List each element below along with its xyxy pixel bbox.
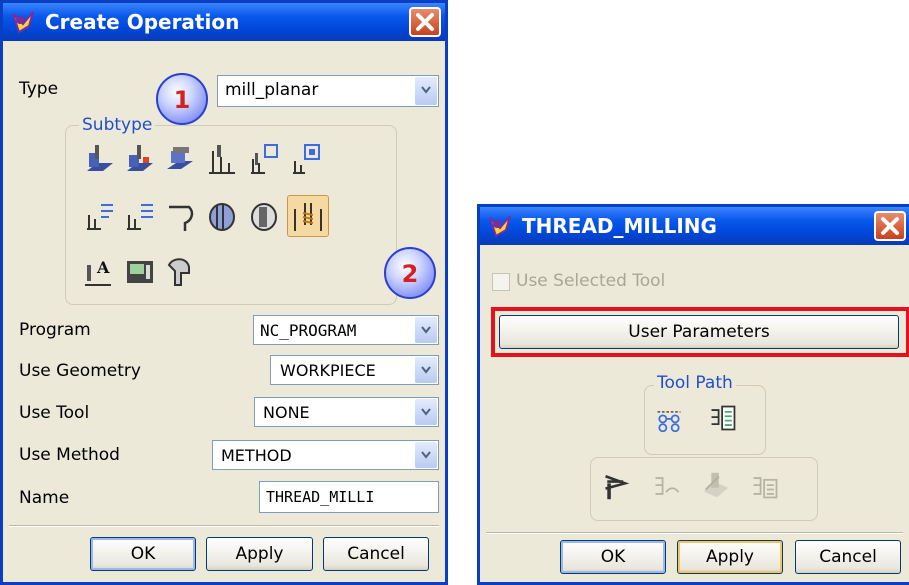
chevron-down-icon[interactable] xyxy=(415,357,437,383)
chevron-down-icon[interactable] xyxy=(415,77,437,105)
divider xyxy=(486,532,903,534)
planar-text-icon[interactable]: A xyxy=(83,255,117,289)
create-operation-dialog: Create Operation Type mill_planar Subtyp… xyxy=(0,0,448,585)
type-value: mill_planar xyxy=(225,80,319,100)
tool-path-label: Tool Path xyxy=(654,373,736,393)
cleanup-corners-icon[interactable] xyxy=(289,143,323,177)
replay-path-icon[interactable] xyxy=(602,471,632,501)
floor-wall-icon[interactable] xyxy=(83,143,117,177)
divider xyxy=(9,525,439,527)
user-parameters-button[interactable]: User Parameters xyxy=(499,315,899,349)
use-tool-select[interactable]: NONE xyxy=(254,397,439,427)
use-tool-label: Use Tool xyxy=(19,403,90,423)
callout-1-badge: 1 xyxy=(156,73,208,125)
use-tool-value: NONE xyxy=(263,403,310,422)
subtype-label: Subtype xyxy=(79,115,156,135)
use-selected-tool-label: Use Selected Tool xyxy=(516,271,666,291)
close-button[interactable] xyxy=(874,211,906,241)
title-bar[interactable]: THREAD_MILLING xyxy=(480,207,909,245)
chevron-down-icon[interactable] xyxy=(415,317,437,343)
finish-floor-icon[interactable] xyxy=(123,199,157,233)
program-label: Program xyxy=(19,320,91,340)
list-path-icon[interactable] xyxy=(708,403,738,433)
generate-path-icon[interactable] xyxy=(654,403,684,433)
use-selected-tool-checkbox[interactable] xyxy=(492,273,510,291)
dialog-title: Create Operation xyxy=(45,10,240,34)
close-icon xyxy=(416,13,434,31)
type-select[interactable]: mill_planar xyxy=(217,75,439,107)
mill-user-icon[interactable] xyxy=(163,255,197,289)
ok-button[interactable]: OK xyxy=(90,537,196,571)
planar-profile-icon[interactable] xyxy=(247,143,281,177)
title-bar[interactable]: Create Operation xyxy=(3,3,445,41)
callout-2-badge: 2 xyxy=(384,247,436,299)
thread-milling-dialog: THREAD_MILLING Use Selected Tool User Pa… xyxy=(477,204,909,585)
close-icon xyxy=(881,217,899,235)
app-logo-icon xyxy=(488,214,514,238)
callout-2-number: 2 xyxy=(401,260,419,288)
use-geometry-value: WORKPIECE xyxy=(280,361,376,380)
app-logo-icon xyxy=(11,10,37,34)
use-geometry-select[interactable]: WORKPIECE xyxy=(270,355,439,385)
hole-milling-icon[interactable] xyxy=(205,199,239,233)
verify-path-icon xyxy=(652,471,682,501)
name-value[interactable]: THREAD_MILLI xyxy=(266,488,374,506)
mill-control-icon[interactable] xyxy=(123,255,157,289)
dialog-title: THREAD_MILLING xyxy=(522,214,717,238)
finish-walls-icon[interactable] xyxy=(83,199,117,233)
chevron-down-icon[interactable] xyxy=(415,399,437,425)
apply-button[interactable]: Apply xyxy=(677,540,783,574)
ok-button[interactable]: OK xyxy=(560,540,666,574)
cancel-button[interactable]: Cancel xyxy=(323,537,429,571)
callout-1-number: 1 xyxy=(173,86,191,114)
use-method-value: METHOD xyxy=(221,446,292,465)
cancel-button[interactable]: Cancel xyxy=(795,540,901,574)
type-label: Type xyxy=(19,79,59,99)
chevron-down-icon[interactable] xyxy=(415,442,437,468)
use-method-select[interactable]: METHOD xyxy=(212,440,439,470)
name-label: Name xyxy=(19,488,70,508)
face-milling-icon[interactable] xyxy=(163,143,197,177)
apply-button[interactable]: Apply xyxy=(206,537,313,571)
use-geometry-label: Use Geometry xyxy=(19,361,141,381)
close-button[interactable] xyxy=(409,7,441,37)
groove-milling-icon[interactable] xyxy=(163,199,197,233)
program-select[interactable]: NC_PROGRAM xyxy=(253,315,439,345)
name-input[interactable]: THREAD_MILLI xyxy=(259,481,439,513)
floor-wall-ipw-icon[interactable] xyxy=(123,143,157,177)
use-method-label: Use Method xyxy=(19,445,120,465)
svg-text:A: A xyxy=(96,258,110,277)
postprocess-icon xyxy=(750,471,780,501)
thread-milling-icon[interactable] xyxy=(287,195,329,237)
planar-mill-icon[interactable] xyxy=(205,143,239,177)
program-value: NC_PROGRAM xyxy=(260,321,357,340)
boss-milling-icon[interactable] xyxy=(247,199,281,233)
machine-simulate-icon xyxy=(700,469,732,501)
